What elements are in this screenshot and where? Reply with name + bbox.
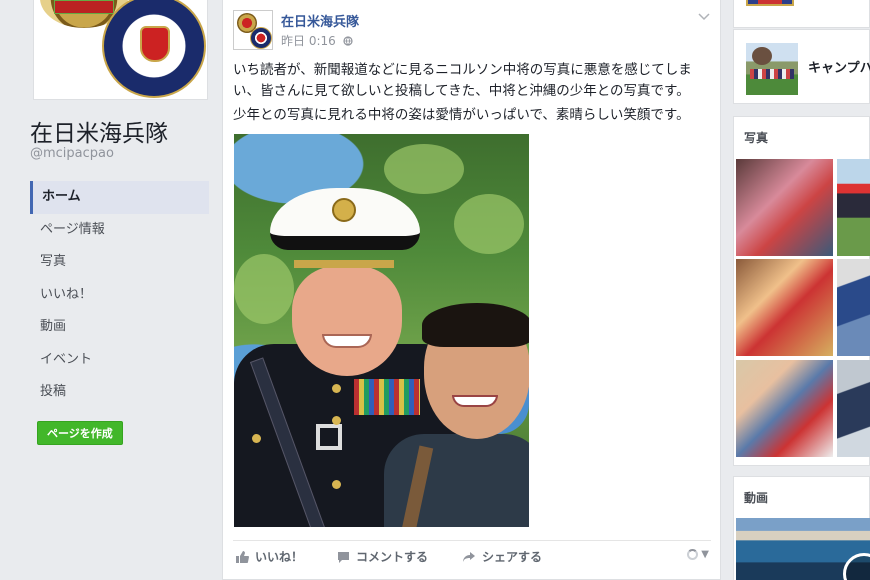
post-time-text: 昨日 0:16	[281, 34, 336, 48]
globe-icon	[340, 34, 353, 48]
installations-command-seal	[102, 0, 206, 98]
photo-thumbnail[interactable]	[736, 159, 833, 256]
left-column: 在日米海兵隊 @mcipacpao ホーム ページ情報 写真 いいね！ 動画 イ…	[0, 0, 222, 580]
nav-item-videos[interactable]: 動画	[30, 311, 209, 344]
photo-thumbnail[interactable]	[837, 360, 870, 457]
nav-item-home[interactable]: ホーム	[30, 181, 209, 214]
like-label: いいね！	[255, 550, 304, 564]
photos-card: 写真	[733, 116, 870, 466]
feed-post: 在日米海兵隊 昨日 0:16 いち読者が、新聞報道などに見るニコルソン中将の写真…	[222, 0, 721, 580]
caret-down-icon: ▼	[701, 549, 709, 560]
share-arrow-icon	[462, 551, 476, 563]
thumbs-up-icon	[235, 550, 249, 563]
share-button[interactable]: シェアする	[462, 548, 542, 565]
page-handle: @mcipacpao	[30, 146, 114, 161]
loading-spinner-icon	[687, 549, 699, 560]
sidebar-related-page: キャンプハ	[733, 29, 870, 104]
camp-link[interactable]: キャンプハ	[808, 57, 870, 76]
post-action-bar: いいね！ コメントする シェアする ▼	[233, 540, 711, 572]
post-options-chevron-icon[interactable]	[698, 10, 710, 24]
share-label: シェアする	[482, 550, 543, 564]
post-body: いち読者が、新聞報道などに見るニコルソン中将の写真に悪意を感じてしまい、皆さんに…	[233, 60, 713, 129]
photos-card-title[interactable]: 写真	[744, 129, 768, 146]
post-author[interactable]: 在日米海兵隊	[281, 11, 359, 30]
post-avatar[interactable]	[233, 10, 273, 50]
video-thumbnail[interactable]	[736, 518, 870, 580]
play-icon	[843, 553, 870, 580]
nav-item-about[interactable]: ページ情報	[30, 214, 209, 247]
nav-item-photos[interactable]: 写真	[30, 246, 209, 279]
right-column: キャンプハ 写真 動画	[733, 0, 870, 580]
sidebar-top-card	[733, 0, 870, 28]
nav-item-posts[interactable]: 投稿	[30, 376, 209, 409]
post-photo[interactable]	[234, 134, 529, 527]
post-paragraph: いち読者が、新聞報道などに見るニコルソン中将の写真に悪意を感じてしまい、皆さんに…	[233, 62, 692, 99]
like-button[interactable]: いいね！	[235, 548, 303, 565]
reaction-selector[interactable]: ▼	[687, 549, 709, 560]
sidebar-badge-image[interactable]	[746, 0, 794, 6]
photo-thumbnail[interactable]	[837, 159, 870, 256]
photo-thumbnail[interactable]	[736, 360, 833, 457]
page-nav: ホーム ページ情報 写真 いいね！ 動画 イベント 投稿	[30, 181, 209, 409]
photo-thumbnail[interactable]	[837, 259, 870, 356]
nav-item-likes[interactable]: いいね！	[30, 279, 209, 312]
profile-picture[interactable]	[33, 0, 208, 100]
page-title[interactable]: 在日米海兵隊	[30, 114, 168, 148]
nav-item-events[interactable]: イベント	[30, 344, 209, 377]
comment-button[interactable]: コメントする	[337, 548, 428, 565]
comment-icon	[337, 551, 350, 563]
post-timestamp[interactable]: 昨日 0:16	[281, 32, 353, 49]
create-page-button[interactable]: ページを作成	[37, 421, 123, 445]
photo-thumbnail[interactable]	[736, 259, 833, 356]
videos-card-title[interactable]: 動画	[744, 489, 768, 506]
camp-thumbnail[interactable]	[746, 43, 798, 95]
videos-card: 動画	[733, 476, 870, 580]
comment-label: コメントする	[356, 550, 429, 564]
post-paragraph: 少年との写真に見れる中将の姿は愛情がいっぱいで、素晴らしい笑顔です。	[233, 107, 690, 123]
